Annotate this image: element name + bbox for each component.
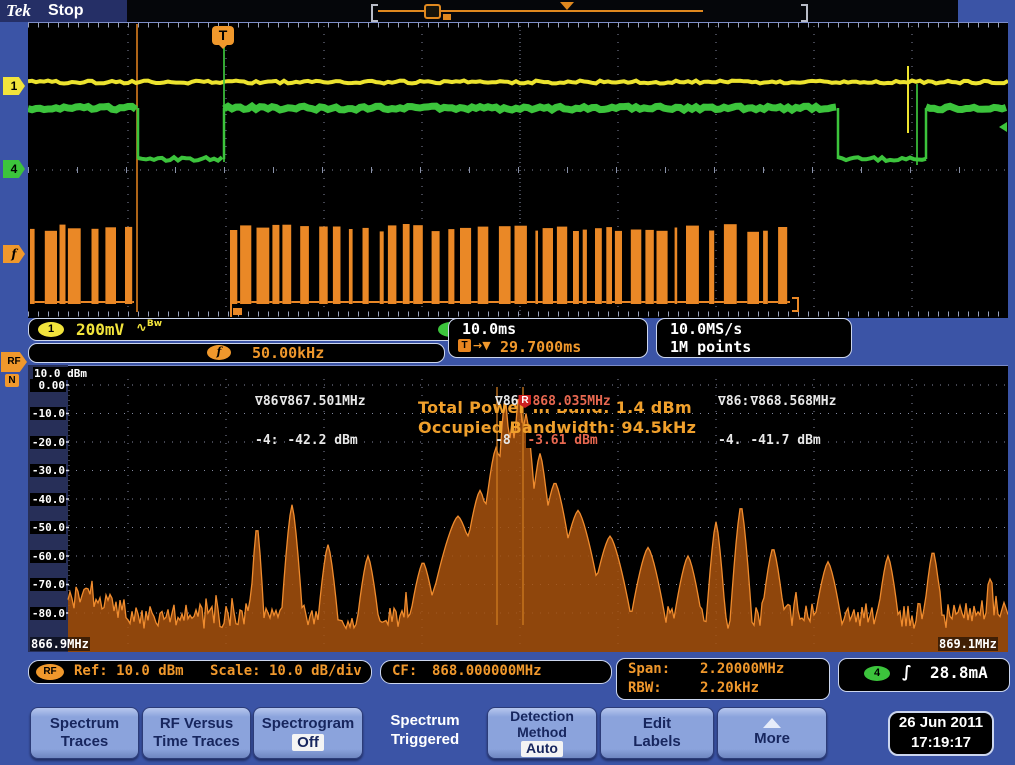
acq-window-bracket-right-icon — [801, 4, 808, 22]
db-axis-label: -80.0 — [30, 607, 66, 620]
cf-value: 868.000000MHz — [432, 663, 542, 679]
db-axis-label: -70.0 — [30, 578, 66, 591]
db-axis-label: -40.0 — [30, 493, 66, 506]
rf-versus-time-button[interactable]: RF Versus Time Traces — [142, 707, 251, 759]
mode-line2: Triggered — [363, 731, 487, 750]
date-label: 26 Jun 2011 — [890, 713, 992, 733]
trigger-source-badge: 4 — [864, 666, 890, 681]
trigger-position-readout: 29.7000ms — [500, 338, 581, 356]
rf-normal-trace-icon: N — [5, 374, 19, 387]
ch4-position-marker[interactable]: 4 — [3, 160, 25, 178]
record-length-readout: 1M points — [670, 338, 751, 356]
trigger-level-readout: 28.8mA — [930, 663, 988, 682]
marker-a-amp-clipped: -4: — [255, 433, 278, 448]
freq-trace-position-marker[interactable]: f — [3, 245, 25, 263]
time-label: 17:19:17 — [890, 733, 992, 753]
acquisition-status: Stop — [48, 2, 84, 20]
trigger-arrow-icon: →▼ — [473, 339, 491, 352]
rf-channel-marker[interactable]: RF — [1, 352, 27, 372]
marker-c-frequency: ∇868.568MHz — [749, 394, 837, 409]
scale-readout: Scale: 10.0 dB/div — [210, 663, 362, 679]
marker-c-amp-clipped: -4. — [718, 433, 741, 448]
ch1-badge: 1 — [38, 322, 64, 337]
detection-line2: Method — [517, 725, 567, 740]
trigger-flag-label: T — [219, 27, 228, 43]
ch1-scale-readout: 200mV — [76, 320, 124, 339]
db-axis-label: 0.00 — [30, 379, 66, 392]
trigger-flag-point — [218, 44, 228, 49]
spectrum-triggered-label: Spectrum Triggered — [363, 712, 487, 750]
freq-trace-badge: f — [207, 345, 231, 360]
ch1-bandwidth-icon: Bw — [147, 319, 162, 329]
rf-versus-time-line2: Time Traces — [153, 733, 239, 751]
more-button[interactable]: More — [717, 707, 827, 759]
acq-window-bracket-left-icon — [371, 4, 378, 22]
span-value: 2.20000MHz — [700, 661, 784, 677]
detection-value: Auto — [521, 741, 563, 756]
spectrum-traces-line1: Spectrum — [50, 715, 119, 733]
span-label: Span: — [628, 661, 670, 677]
detection-method-button[interactable]: Detection Method Auto — [487, 707, 597, 759]
marker-r-clipped: ∇86 — [495, 394, 518, 409]
marker-c-readout: ∇86:∇868.568MHz -4. -41.7 dBm — [718, 369, 837, 473]
db-axis-label: -60.0 — [30, 550, 66, 563]
marker-a-frequency: ∇867.501MHz — [278, 394, 366, 409]
freq-trace-scale-readout: 50.00kHz — [252, 344, 324, 362]
trigger-symbol-icon: T — [458, 339, 471, 352]
marker-c-amplitude: -41.7 dBm — [749, 433, 821, 448]
cf-label: CF: — [392, 663, 417, 679]
tek-logo: Tek — [6, 1, 31, 21]
time-scale-readout: 10.0ms — [462, 320, 516, 338]
marker-r-amp-clipped: -8 — [495, 433, 511, 448]
more-up-icon — [763, 718, 781, 728]
reference-marker-icon: R — [518, 395, 531, 408]
expansion-marker-icon — [443, 14, 451, 20]
rf-badge: RF — [36, 664, 64, 680]
rbw-label: RBW: — [628, 680, 662, 696]
ch1-position-marker[interactable]: 1 — [3, 77, 25, 95]
edit-labels-line2: Labels — [633, 733, 681, 751]
spectrogram-value: Off — [292, 734, 324, 752]
freq-trace-readout-box — [28, 343, 445, 363]
marker-a-amplitude: -42.2 dBm — [286, 433, 358, 448]
mode-line1: Spectrum — [363, 712, 487, 731]
marker-a-readout: ∇86∇867.501MHz -4: -42.2 dBm — [255, 369, 367, 473]
spectrum-traces-line2: Traces — [61, 733, 109, 751]
ref-level-readout: Ref: 10.0 dBm — [74, 663, 184, 679]
spectrum-traces-button[interactable]: Spectrum Traces — [30, 707, 139, 759]
ch1-coupling-glyph: ∿ — [136, 320, 147, 335]
rf-versus-time-line1: RF Versus — [160, 715, 233, 733]
spectrogram-label: Spectrogram — [262, 715, 355, 733]
db-axis-label: -10.0 — [30, 407, 66, 420]
db-axis-label: -20.0 — [30, 436, 66, 449]
more-label: More — [754, 730, 790, 748]
db-axis-label: -50.0 — [30, 521, 66, 534]
edit-labels-button[interactable]: Edit Labels — [600, 707, 714, 759]
expansion-window-icon — [424, 4, 441, 19]
marker-r-frequency: 868.035MHz — [531, 394, 611, 409]
ch4-right-level-icon — [999, 122, 1007, 132]
sample-rate-readout: 10.0MS/s — [670, 320, 742, 338]
edit-labels-line1: Edit — [643, 715, 671, 733]
stop-frequency-label: 869.1MHz — [938, 637, 998, 651]
spectrogram-button[interactable]: Spectrogram Off — [253, 707, 363, 759]
rf-normal-trace-label: N — [8, 375, 15, 386]
trigger-position-icon — [560, 2, 574, 10]
oscilloscope-screen: Tek Stop T 1 4 f 1 200mV ∿Bw 4 20.0mA ΩB… — [0, 0, 1015, 765]
ch1-coupling-icon: ∿Bw — [136, 319, 162, 335]
detection-line1: Detection — [510, 709, 574, 724]
rf-marker-label: RF — [7, 356, 20, 367]
trigger-slope-icon: ∫ — [902, 662, 912, 681]
db-axis-label: -30.0 — [30, 464, 66, 477]
waveform-plot — [28, 22, 1008, 318]
rbw-value: 2.20kHz — [700, 680, 759, 696]
datetime-box: 26 Jun 2011 17:19:17 — [888, 711, 994, 756]
marker-a-clipped: ∇86 — [255, 394, 278, 409]
marker-c-clipped: ∇86: — [718, 394, 749, 409]
start-frequency-label: 866.9MHz — [30, 637, 90, 651]
marker-r-readout: ∇86R868.035MHz -8 -3.61 dBm — [495, 369, 612, 473]
marker-r-amplitude: -3.61 dBm — [526, 433, 598, 448]
trigger-symbol-t: T — [461, 340, 467, 351]
trigger-flag: T — [212, 26, 234, 45]
